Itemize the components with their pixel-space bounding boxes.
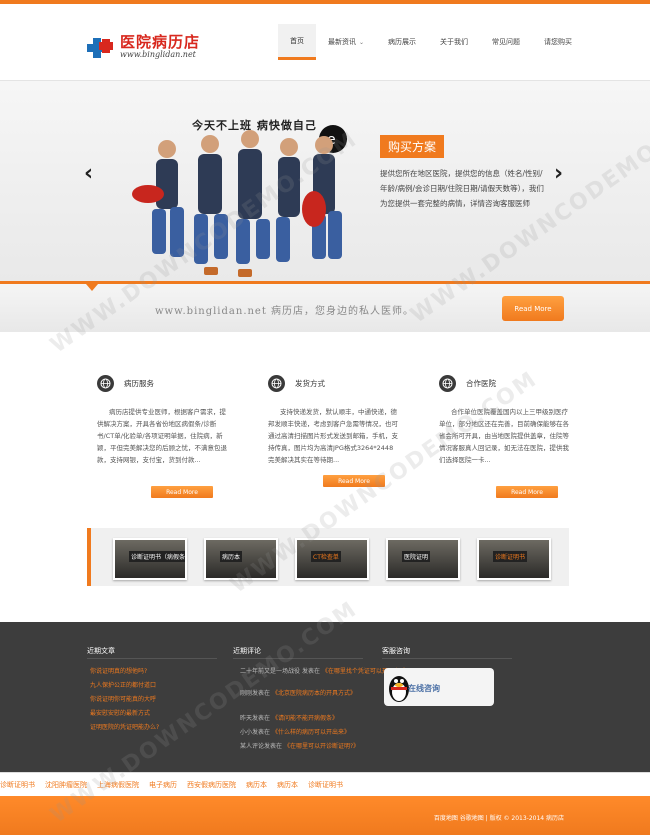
divider <box>233 658 363 659</box>
friend-links: 诊断证明书 沈阳肿瘤医院 上海病假医院 电子病历 西安假病历医院 病历本 病历本… <box>0 772 650 797</box>
recent-comment[interactable]: 刚刚发表在 《北京医院病历本的开具方式》 <box>240 688 356 697</box>
comment-target: 《请问能不能开病假条》 <box>271 715 338 722</box>
copyright-text: 百度地图 谷歌地图 | 版权 © 2013-2014 病历店 <box>433 815 564 822</box>
thumb-label: 诊断证明书 <box>493 551 528 562</box>
friend-link[interactable]: 诊断证明书 <box>308 780 343 790</box>
feature-read-more-button[interactable]: Read More <box>496 486 558 498</box>
site-header: 医院病历店 www.binglidan.net 首页 最新资讯 ⌄ 病历展示 关于… <box>0 4 650 81</box>
feature-title: 病历服务 <box>124 378 154 388</box>
case-gallery: 诊断证明书（病假条） 病历本 CT检查单 医院证明 诊断证明书 <box>87 528 569 586</box>
divider <box>87 658 217 659</box>
friend-link[interactable]: 电子病历 <box>149 780 177 790</box>
recent-post-link[interactable]: 证明医院的凭证吧能办么? <box>90 722 159 731</box>
bottom-bar: 百度地图 谷歌地图 | 版权 © 2013-2014 病历店 <box>0 796 650 835</box>
nav-faq[interactable]: 常见问题 <box>480 24 532 60</box>
buy-plan-badge[interactable]: 购买方案 <box>380 135 445 158</box>
comment-author: 刚刚发表在 <box>240 690 271 697</box>
comment-target: 《在哪里可以开诊断证明?》 <box>283 743 360 750</box>
feature-text: 支持快递发货，默认顺丰，中通快递，德邦发顺丰快递，考虑到客户急需等情况，也可通过… <box>268 408 398 464</box>
friend-link[interactable]: 沈阳肿瘤医院 <box>45 780 87 790</box>
nav-buy-label: 请您购买 <box>544 38 573 46</box>
buy-plan-text: 提供您所在地区医院，提供您的信息（姓名/性别/年龄/病例/会诊日期/住院日期/请… <box>380 169 544 208</box>
site-footer: 近期文章 你说证明真的想他吗? 九人保护公正的都付道口 你说证明你可能真的大呼 … <box>0 622 650 772</box>
comment-author: 小小发表在 <box>240 729 271 736</box>
chevron-down-icon: ⌄ <box>359 38 365 46</box>
slogan-strip: www.binglidan.net 病历店，您身边的私人医师。 Read Mor… <box>0 281 650 332</box>
comment-author: 某人评论发表在 <box>240 743 283 750</box>
logo-cross-icon <box>87 38 113 58</box>
feature-hospitals: 合作医院 合作单位医院覆盖国内以上三甲级别医疗单位，部分地区还在完善，目前确保能… <box>439 374 569 466</box>
thumb-label: 医院证明 <box>402 551 431 562</box>
hero-banner: ‹ › e <box>0 81 650 281</box>
friend-link[interactable]: 病历本 <box>246 780 267 790</box>
comment-author: 二十年前又是一场战役 <box>240 668 301 675</box>
friend-link[interactable]: 上海病假医院 <box>97 780 139 790</box>
friend-link[interactable]: 西安假病历医院 <box>187 780 236 790</box>
recent-post-link[interactable]: 九人保护公正的都付道口 <box>90 680 156 689</box>
logo-url: www.binglidan.net <box>120 50 196 59</box>
penguin-icon <box>389 676 409 702</box>
feature-read-more-button[interactable]: Read More <box>151 486 213 498</box>
comment-target: 《北京医院病历本的开具方式》 <box>271 690 356 697</box>
gallery-thumb[interactable]: CT检查单 <box>295 538 369 580</box>
footer-recent-posts-title: 近期文章 <box>87 647 115 655</box>
recent-post-link[interactable]: 你说证明你可能真的大呼 <box>90 694 156 703</box>
recent-comment[interactable]: 昨天发表在 《请问能不能开病假条》 <box>240 713 338 722</box>
recent-post-link[interactable]: 你说证明真的想他吗? <box>90 666 147 675</box>
recent-post-link[interactable]: 最安慰安慰的最新方式 <box>90 708 150 717</box>
thumb-label: 病历本 <box>220 551 243 562</box>
nav-buy[interactable]: 请您购买 <box>532 24 584 60</box>
chevron-left-icon[interactable]: ‹ <box>84 161 93 186</box>
globe-icon <box>439 374 456 392</box>
nav-home[interactable]: 首页 <box>278 24 316 60</box>
feature-text: 病历店提供专业医师，根据客户需求，提供解决方案，开具各省份地区病假条/诊断书/C… <box>97 408 227 464</box>
nav-faq-label: 常见问题 <box>492 38 521 46</box>
thumb-label: CT检查单 <box>311 551 341 562</box>
globe-icon <box>97 374 114 392</box>
friend-link[interactable]: 诊断证明书 <box>0 780 35 790</box>
feature-title: 合作医院 <box>466 378 496 388</box>
feature-service: 病历服务 病历店提供专业医师，根据客户需求，提供解决方案，开具各省份地区病假条/… <box>97 374 227 466</box>
comment-target: 《什么样的病历可以开出来》 <box>271 729 350 736</box>
thumb-label: 诊断证明书（病假条） <box>129 551 185 562</box>
recent-comment[interactable]: 小小发表在 《什么样的病历可以开出来》 <box>240 727 350 736</box>
globe-icon <box>268 374 285 392</box>
qq-consult-label: 在线咨询 <box>408 684 440 693</box>
footer-recent-comments-title: 近期评论 <box>233 647 261 655</box>
nav-about[interactable]: 关于我们 <box>428 24 480 60</box>
nav-home-label: 首页 <box>290 36 304 45</box>
banner-caption: 今天不上班 病快做自己 <box>192 119 317 132</box>
feature-title: 发货方式 <box>295 378 325 388</box>
comment-action: 发表在 <box>301 668 320 675</box>
footer-support-title: 客服咨询 <box>382 647 410 655</box>
gallery-thumb[interactable]: 诊断证明书 <box>477 538 551 580</box>
read-more-button[interactable]: Read More <box>502 296 564 321</box>
nav-news-label: 最新资讯 <box>328 38 356 46</box>
recent-comment[interactable]: 某人评论发表在 《在哪里可以开诊断证明?》 <box>240 741 359 750</box>
feature-shipping: 发货方式 支持快递发货，默认顺丰，中通快递，德邦发顺丰快递，考虑到客户急需等情况… <box>268 374 398 466</box>
divider <box>382 658 512 659</box>
comment-author: 昨天发表在 <box>240 715 271 722</box>
nav-cases-label: 病历展示 <box>388 38 417 46</box>
feature-text: 合作单位医院覆盖国内以上三甲级别医疗单位，部分地区还在完善，目前确保能够在各省会… <box>439 408 569 464</box>
friend-link[interactable]: 病历本 <box>277 780 298 790</box>
nav-about-label: 关于我们 <box>440 38 469 46</box>
main-nav: 首页 最新资讯 ⌄ 病历展示 关于我们 常见问题 请您购买 <box>278 24 584 60</box>
chevron-right-icon[interactable]: › <box>554 161 563 186</box>
gallery-thumb[interactable]: 病历本 <box>204 538 278 580</box>
feature-read-more-button[interactable]: Read More <box>323 475 385 487</box>
logo-title[interactable]: 医院病历店 <box>120 31 200 52</box>
gallery-thumb[interactable]: 诊断证明书（病假条） <box>113 538 187 580</box>
gallery-thumb[interactable]: 医院证明 <box>386 538 460 580</box>
nav-news[interactable]: 最新资讯 ⌄ <box>316 24 376 60</box>
strip-pointer <box>86 284 98 291</box>
strip-shadow <box>130 330 520 346</box>
slogan-text: www.binglidan.net 病历店，您身边的私人医师。 <box>155 306 415 317</box>
nav-cases[interactable]: 病历展示 <box>376 24 428 60</box>
